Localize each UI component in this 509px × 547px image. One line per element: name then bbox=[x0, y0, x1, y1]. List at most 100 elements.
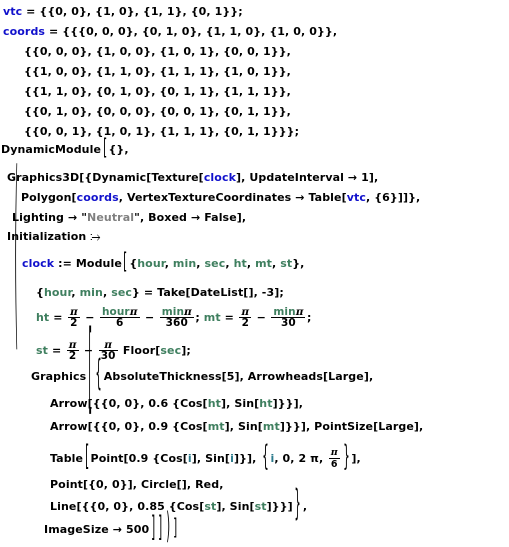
numerator-pi: π bbox=[184, 305, 192, 318]
local-mt-ref: mt bbox=[207, 420, 225, 433]
code-line-18: Arrow[{{0, 0}, 0.6 {Cos[ht], Sin[ht]}}], bbox=[50, 398, 303, 409]
local-sec: sec bbox=[204, 257, 226, 270]
local-hour-ref: hour bbox=[43, 286, 72, 299]
local-st-assign: st bbox=[36, 344, 49, 357]
symbol-vtc: vtc bbox=[3, 5, 23, 18]
numerator-pi: π bbox=[295, 305, 304, 318]
fraction-hourpi-over-6: hourπ 6 bbox=[99, 305, 140, 329]
local-mt-ref2: mt bbox=[262, 420, 280, 433]
numerator-symbol: min bbox=[273, 305, 296, 318]
numerator-symbol: hour bbox=[101, 305, 130, 318]
code-line-18-post: ]}}], bbox=[272, 397, 303, 410]
tall-bracket-close-3: ] bbox=[173, 514, 178, 541]
numerator: π bbox=[69, 305, 78, 318]
option-initialization-label: Initialization bbox=[7, 230, 87, 243]
minus: − bbox=[252, 311, 270, 324]
symbol-clock-def: clock bbox=[22, 257, 55, 270]
local-st-ref: st bbox=[204, 500, 217, 513]
numerator: π bbox=[68, 338, 77, 351]
numerator: hourπ bbox=[100, 305, 140, 318]
option-imagesize: ImageSize → 500 bbox=[44, 523, 150, 536]
tall-brace-graphics: { bbox=[95, 352, 102, 394]
tall-bracket-module: [ bbox=[123, 248, 128, 275]
list-open: { bbox=[36, 286, 44, 299]
numerator: π bbox=[104, 338, 112, 351]
denominator: 2 bbox=[66, 349, 79, 362]
local-mt-assign: mt bbox=[203, 311, 221, 324]
code-line-22-mid: ], Sin[ bbox=[216, 500, 255, 513]
code-line-11-pre: Lighting → " bbox=[12, 211, 88, 224]
tall-paren-close: ) bbox=[165, 505, 170, 547]
denominator: 360 bbox=[159, 316, 194, 329]
head-table: Table bbox=[50, 452, 84, 465]
sep: , bbox=[225, 257, 234, 270]
symbol-coords-ref: coords bbox=[76, 191, 119, 204]
denominator: 30 bbox=[271, 316, 306, 329]
code-line-16-end: ]; bbox=[181, 344, 191, 357]
code-line-9-post: ], UpdateInterval → 1], bbox=[236, 171, 379, 184]
code-line-6: {{0, 1, 0}, {0, 0, 0}, {0, 0, 1}, {0, 1,… bbox=[24, 105, 291, 118]
code-line-20-post: ]}], bbox=[233, 452, 261, 465]
symbol-vtc-ref: vtc bbox=[346, 191, 366, 204]
denominator: 2 bbox=[239, 316, 252, 329]
code-line-23: ImageSize → 500]])] bbox=[44, 509, 179, 543]
tall-bracket-open: [ bbox=[102, 134, 107, 161]
code-line-9-pre: Graphics3D[{Dynamic[Texture[ bbox=[7, 171, 204, 184]
iterator-range: , 0, 2 π, bbox=[274, 452, 328, 465]
local-ht-ref2: ht bbox=[259, 397, 273, 410]
code-line-1-rest: = {{0, 0}, {1, 0}, {1, 1}, {0, 1}}; bbox=[22, 5, 243, 18]
tall-brace-iterator-open: { bbox=[262, 438, 269, 473]
tall-brace-iterator-close: } bbox=[342, 438, 350, 473]
fraction-pi-over-2c: π2 bbox=[66, 338, 79, 362]
sep: , bbox=[102, 286, 112, 299]
code-line-10-pre: Polygon[ bbox=[21, 191, 77, 204]
code-line-10: Polygon[coords, VertexTextureCoordinates… bbox=[21, 192, 420, 203]
code-line-19-post: ]}}], PointSize[Large], bbox=[279, 420, 424, 433]
code-line-22-post: ]}}] bbox=[266, 500, 293, 513]
fraction-minpi-over-360: minπ 360 bbox=[159, 305, 194, 329]
local-min-ref: min bbox=[79, 286, 103, 299]
head-graphics: Graphics bbox=[31, 370, 87, 383]
code-line-14: {hour, min, sec} = Take[DateList[], -3]; bbox=[36, 287, 284, 298]
code-line-19: Arrow[{{0, 0}, 0.9 {Cos[mt], Sin[mt]}}],… bbox=[50, 421, 423, 432]
code-line-7: {{0, 0, 1}, {1, 0, 1}, {1, 1, 1}, {0, 1,… bbox=[24, 125, 300, 138]
local-ht-ref: ht bbox=[207, 397, 221, 410]
sep: , bbox=[272, 257, 281, 270]
code-line-9: Graphics3D[{Dynamic[Texture[clock], Upda… bbox=[7, 172, 378, 183]
sep: , bbox=[246, 257, 256, 270]
numerator-symbol: min bbox=[161, 305, 185, 318]
local-ht: ht bbox=[233, 257, 247, 270]
code-line-22-pre: Line[{{0, 0}, 0.85 {Cos[ bbox=[50, 500, 205, 513]
rule-delayed-icon: ⧴ bbox=[86, 230, 101, 243]
code-line-1: vtc = {{0, 0}, {1, 0}, {1, 1}, {0, 1}}; bbox=[3, 6, 243, 17]
local-hour: hour bbox=[137, 257, 165, 270]
semicolon: ; bbox=[195, 311, 204, 324]
code-line-19-mid: ], Sin[ bbox=[224, 420, 263, 433]
code-line-2: coords = {{{0, 0, 0}, {0, 1, 0}, {1, 1, … bbox=[3, 26, 337, 37]
code-line-13-assign: := Module bbox=[54, 257, 122, 270]
fraction-pi-over-2: π2 bbox=[67, 305, 80, 329]
code-line-8-args: {}, bbox=[108, 143, 129, 156]
local-min: min bbox=[172, 257, 197, 270]
eq: = bbox=[220, 311, 238, 324]
code-line-4: {{1, 0, 0}, {1, 1, 0}, {1, 1, 1}, {1, 0,… bbox=[24, 65, 291, 78]
code-line-22: Line[{{0, 0}, 0.85 {Cos[st], Sin[st]}}]}… bbox=[50, 486, 308, 520]
numerator: minπ bbox=[271, 305, 305, 318]
code-line-3: {{0, 0, 0}, {1, 0, 0}, {1, 0, 1}, {0, 0,… bbox=[24, 45, 291, 58]
comma: , bbox=[302, 500, 308, 513]
minus: − bbox=[141, 311, 159, 324]
tall-bracket-table: [ bbox=[84, 438, 89, 473]
sep: , bbox=[196, 257, 205, 270]
code-line-12: Initialization ⧴ bbox=[7, 231, 100, 242]
code-line-17-rest: AbsoluteThickness[5], Arrowheads[Large], bbox=[103, 370, 374, 383]
code-line-18-pre: Arrow[{{0, 0}, 0.6 {Cos[ bbox=[50, 397, 208, 410]
numerator: π bbox=[241, 305, 250, 318]
notebook-input-cell[interactable]: vtc = {{0, 0}, {1, 0}, {1, 1}, {0, 1}}; … bbox=[0, 0, 509, 547]
semicolon: ; bbox=[306, 311, 312, 324]
tall-bracket-close-2: ] bbox=[158, 509, 163, 544]
code-line-20-mid: ], Sin[ bbox=[191, 452, 231, 465]
local-mt: mt bbox=[255, 257, 272, 270]
sep: , bbox=[164, 257, 173, 270]
fraction-pi-over-6: π6 bbox=[328, 447, 340, 470]
code-line-17: Graphics[{AbsoluteThickness[5], Arrowhea… bbox=[31, 321, 374, 418]
